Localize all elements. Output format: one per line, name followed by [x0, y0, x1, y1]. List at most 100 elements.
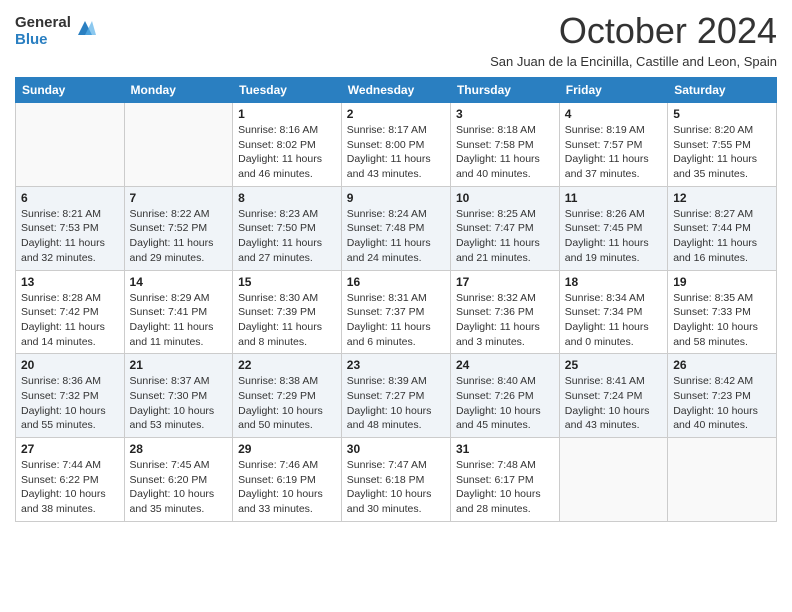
weekday-header-sunday: Sunday — [16, 78, 125, 103]
day-info: Sunrise: 7:48 AM Sunset: 6:17 PM Dayligh… — [456, 458, 554, 517]
calendar-day-cell: 16 Sunrise: 8:31 AM Sunset: 7:37 PM Dayli… — [341, 270, 450, 354]
calendar-day-cell: 25 Sunrise: 8:41 AM Sunset: 7:24 PM Dayli… — [559, 354, 667, 438]
day-info: Sunrise: 8:31 AM Sunset: 7:37 PM Dayligh… — [347, 291, 445, 350]
calendar-day-cell: 28 Sunrise: 7:45 AM Sunset: 6:20 PM Dayli… — [124, 438, 233, 522]
day-number: 13 — [21, 275, 119, 289]
day-number: 22 — [238, 358, 336, 372]
day-info: Sunrise: 8:17 AM Sunset: 8:00 PM Dayligh… — [347, 123, 445, 182]
day-number: 20 — [21, 358, 119, 372]
day-number: 11 — [565, 191, 662, 205]
day-info: Sunrise: 8:23 AM Sunset: 7:50 PM Dayligh… — [238, 207, 336, 266]
day-number: 15 — [238, 275, 336, 289]
day-number: 9 — [347, 191, 445, 205]
calendar-day-cell: 31 Sunrise: 7:48 AM Sunset: 6:17 PM Dayli… — [450, 438, 559, 522]
day-number: 27 — [21, 442, 119, 456]
calendar-day-cell: 11 Sunrise: 8:26 AM Sunset: 7:45 PM Dayli… — [559, 186, 667, 270]
logo-blue-text: Blue — [15, 32, 71, 49]
day-info: Sunrise: 7:44 AM Sunset: 6:22 PM Dayligh… — [21, 458, 119, 517]
calendar-day-cell — [124, 103, 233, 187]
day-info: Sunrise: 8:34 AM Sunset: 7:34 PM Dayligh… — [565, 291, 662, 350]
day-info: Sunrise: 8:21 AM Sunset: 7:53 PM Dayligh… — [21, 207, 119, 266]
calendar-week-row: 13Sunrise: 8:28 AM Sunset: 7:42 PM Dayli… — [16, 270, 777, 354]
day-info: Sunrise: 8:40 AM Sunset: 7:26 PM Dayligh… — [456, 374, 554, 433]
calendar-day-cell: 26Sunrise: 8:42 AM Sunset: 7:23 PM Dayli… — [668, 354, 777, 438]
day-number: 23 — [347, 358, 445, 372]
calendar-day-cell: 2Sunrise: 8:17 AM Sunset: 8:00 PM Daylig… — [341, 103, 450, 187]
calendar-day-cell — [668, 438, 777, 522]
calendar-day-cell — [559, 438, 667, 522]
calendar-day-cell: 7 Sunrise: 8:22 AM Sunset: 7:52 PM Daylig… — [124, 186, 233, 270]
day-info: Sunrise: 8:29 AM Sunset: 7:41 PM Dayligh… — [130, 291, 228, 350]
day-number: 14 — [130, 275, 228, 289]
day-number: 3 — [456, 107, 554, 121]
calendar-day-cell: 6 Sunrise: 8:21 AM Sunset: 7:53 PM Daylig… — [16, 186, 125, 270]
day-info: Sunrise: 8:25 AM Sunset: 7:47 PM Dayligh… — [456, 207, 554, 266]
day-number: 7 — [130, 191, 228, 205]
day-info: Sunrise: 8:26 AM Sunset: 7:45 PM Dayligh… — [565, 207, 662, 266]
day-number: 30 — [347, 442, 445, 456]
page-header: General Blue October 2024 San Juan de la… — [15, 10, 777, 69]
day-info: Sunrise: 8:37 AM Sunset: 7:30 PM Dayligh… — [130, 374, 228, 433]
day-number: 6 — [21, 191, 119, 205]
calendar-week-row: 20 Sunrise: 8:36 AM Sunset: 7:32 PM Dayli… — [16, 354, 777, 438]
location-subtitle: San Juan de la Encinilla, Castille and L… — [490, 54, 777, 69]
day-info: Sunrise: 8:22 AM Sunset: 7:52 PM Dayligh… — [130, 207, 228, 266]
day-info: Sunrise: 8:38 AM Sunset: 7:29 PM Dayligh… — [238, 374, 336, 433]
day-number: 17 — [456, 275, 554, 289]
day-number: 19 — [673, 275, 771, 289]
day-info: Sunrise: 8:36 AM Sunset: 7:32 PM Dayligh… — [21, 374, 119, 433]
calendar-day-cell: 8 Sunrise: 8:23 AM Sunset: 7:50 PM Daylig… — [233, 186, 342, 270]
calendar-day-cell: 5 Sunrise: 8:20 AM Sunset: 7:55 PM Daylig… — [668, 103, 777, 187]
weekday-header-tuesday: Tuesday — [233, 78, 342, 103]
day-info: Sunrise: 7:45 AM Sunset: 6:20 PM Dayligh… — [130, 458, 228, 517]
day-number: 8 — [238, 191, 336, 205]
day-info: Sunrise: 8:24 AM Sunset: 7:48 PM Dayligh… — [347, 207, 445, 266]
day-number: 31 — [456, 442, 554, 456]
day-number: 16 — [347, 275, 445, 289]
day-info: Sunrise: 8:20 AM Sunset: 7:55 PM Dayligh… — [673, 123, 771, 182]
day-info: Sunrise: 8:27 AM Sunset: 7:44 PM Dayligh… — [673, 207, 771, 266]
weekday-header-thursday: Thursday — [450, 78, 559, 103]
day-number: 25 — [565, 358, 662, 372]
calendar-day-cell: 3 Sunrise: 8:18 AM Sunset: 7:58 PM Daylig… — [450, 103, 559, 187]
logo-icon — [74, 17, 96, 39]
calendar-day-cell: 17 Sunrise: 8:32 AM Sunset: 7:36 PM Dayli… — [450, 270, 559, 354]
logo-general-text: General — [15, 15, 71, 32]
calendar-day-cell: 19Sunrise: 8:35 AM Sunset: 7:33 PM Dayli… — [668, 270, 777, 354]
calendar-header-row: SundayMondayTuesdayWednesdayThursdayFrid… — [16, 78, 777, 103]
day-number: 1 — [238, 107, 336, 121]
calendar-day-cell: 4Sunrise: 8:19 AM Sunset: 7:57 PM Daylig… — [559, 103, 667, 187]
calendar-day-cell: 10Sunrise: 8:25 AM Sunset: 7:47 PM Dayli… — [450, 186, 559, 270]
day-info: Sunrise: 8:32 AM Sunset: 7:36 PM Dayligh… — [456, 291, 554, 350]
day-number: 24 — [456, 358, 554, 372]
calendar-day-cell — [16, 103, 125, 187]
calendar-day-cell: 27 Sunrise: 7:44 AM Sunset: 6:22 PM Dayli… — [16, 438, 125, 522]
calendar-week-row: 27 Sunrise: 7:44 AM Sunset: 6:22 PM Dayli… — [16, 438, 777, 522]
day-info: Sunrise: 7:46 AM Sunset: 6:19 PM Dayligh… — [238, 458, 336, 517]
calendar-day-cell: 21 Sunrise: 8:37 AM Sunset: 7:30 PM Dayli… — [124, 354, 233, 438]
day-number: 5 — [673, 107, 771, 121]
calendar-day-cell: 14 Sunrise: 8:29 AM Sunset: 7:41 PM Dayli… — [124, 270, 233, 354]
day-info: Sunrise: 8:18 AM Sunset: 7:58 PM Dayligh… — [456, 123, 554, 182]
day-info: Sunrise: 8:30 AM Sunset: 7:39 PM Dayligh… — [238, 291, 336, 350]
title-block: October 2024 San Juan de la Encinilla, C… — [490, 10, 777, 69]
calendar-week-row: 1 Sunrise: 8:16 AM Sunset: 8:02 PM Daylig… — [16, 103, 777, 187]
calendar-day-cell: 18 Sunrise: 8:34 AM Sunset: 7:34 PM Dayli… — [559, 270, 667, 354]
day-number: 28 — [130, 442, 228, 456]
day-info: Sunrise: 8:16 AM Sunset: 8:02 PM Dayligh… — [238, 123, 336, 182]
weekday-header-friday: Friday — [559, 78, 667, 103]
calendar-day-cell: 13Sunrise: 8:28 AM Sunset: 7:42 PM Dayli… — [16, 270, 125, 354]
day-number: 4 — [565, 107, 662, 121]
calendar-week-row: 6 Sunrise: 8:21 AM Sunset: 7:53 PM Daylig… — [16, 186, 777, 270]
calendar-day-cell: 24 Sunrise: 8:40 AM Sunset: 7:26 PM Dayli… — [450, 354, 559, 438]
day-number: 18 — [565, 275, 662, 289]
day-info: Sunrise: 8:41 AM Sunset: 7:24 PM Dayligh… — [565, 374, 662, 433]
day-number: 21 — [130, 358, 228, 372]
calendar-table: SundayMondayTuesdayWednesdayThursdayFrid… — [15, 77, 777, 522]
logo: General Blue — [15, 15, 96, 48]
day-info: Sunrise: 7:47 AM Sunset: 6:18 PM Dayligh… — [347, 458, 445, 517]
weekday-header-saturday: Saturday — [668, 78, 777, 103]
calendar-day-cell: 1 Sunrise: 8:16 AM Sunset: 8:02 PM Daylig… — [233, 103, 342, 187]
calendar-day-cell: 29Sunrise: 7:46 AM Sunset: 6:19 PM Dayli… — [233, 438, 342, 522]
day-info: Sunrise: 8:39 AM Sunset: 7:27 PM Dayligh… — [347, 374, 445, 433]
